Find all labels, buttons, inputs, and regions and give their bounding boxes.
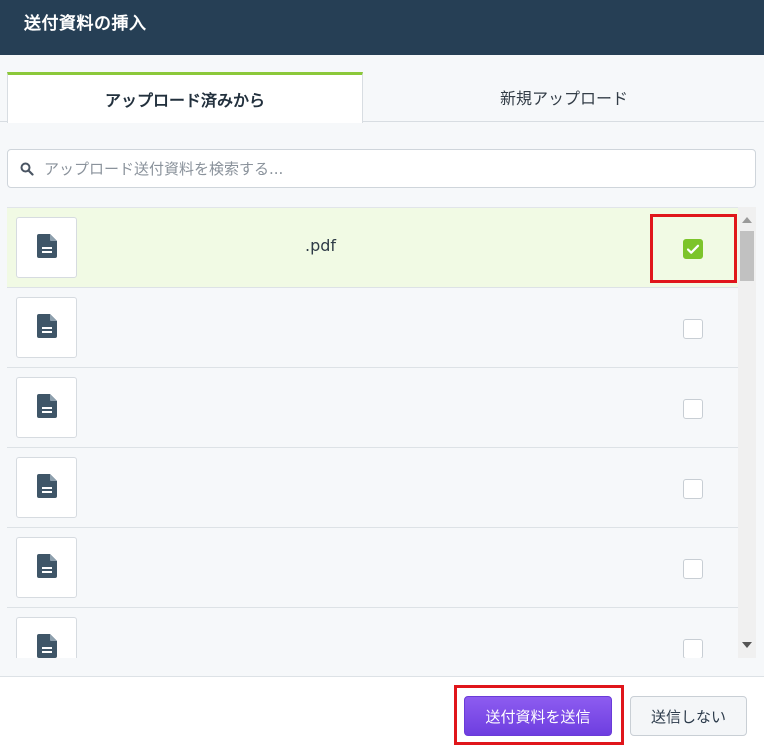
scrollbar-thumb[interactable]: [740, 231, 754, 281]
dialog-header: 送付資料の挿入: [0, 0, 764, 55]
tab-new-upload[interactable]: 新規アップロード: [364, 72, 764, 122]
file-checkbox[interactable]: [683, 639, 703, 658]
document-icon: [36, 553, 57, 582]
document-icon: [36, 473, 57, 502]
file-row[interactable]: [7, 448, 738, 528]
do-not-send-button[interactable]: 送信しない: [630, 696, 747, 736]
tab-uploaded[interactable]: アップロード済みから: [7, 72, 363, 123]
dialog-footer: 送付資料を送信 送信しない: [0, 676, 764, 756]
file-row[interactable]: .pdf: [7, 208, 738, 288]
file-thumbnail: [16, 297, 77, 358]
document-icon: [36, 233, 57, 262]
document-icon: [36, 633, 57, 659]
document-icon: [36, 313, 57, 342]
file-name: .pdf: [305, 236, 337, 255]
file-thumbnail: [16, 457, 77, 518]
scroll-down-arrow-icon[interactable]: [742, 642, 752, 648]
file-row[interactable]: [7, 368, 738, 448]
file-row[interactable]: [7, 608, 738, 658]
file-list: .pdf: [7, 207, 738, 658]
scroll-up-arrow-icon[interactable]: [742, 217, 752, 223]
file-checkbox[interactable]: [683, 559, 703, 579]
document-icon: [36, 393, 57, 422]
file-checkbox[interactable]: [683, 319, 703, 339]
search-input[interactable]: [44, 159, 724, 178]
search-box[interactable]: [7, 149, 756, 188]
send-materials-button[interactable]: 送付資料を送信: [464, 696, 612, 736]
file-checkbox[interactable]: [683, 399, 703, 419]
file-thumbnail: [16, 377, 77, 438]
tab-bar: アップロード済みから 新規アップロード: [0, 72, 764, 123]
file-checkbox[interactable]: [683, 239, 703, 259]
file-thumbnail: [16, 217, 77, 278]
file-row[interactable]: [7, 528, 738, 608]
file-checkbox[interactable]: [683, 479, 703, 499]
search-icon: [20, 162, 34, 176]
file-thumbnail: [16, 617, 77, 658]
dialog-title: 送付資料の挿入: [24, 14, 147, 34]
list-scrollbar[interactable]: [738, 207, 756, 658]
file-thumbnail: [16, 537, 77, 598]
file-row[interactable]: [7, 288, 738, 368]
